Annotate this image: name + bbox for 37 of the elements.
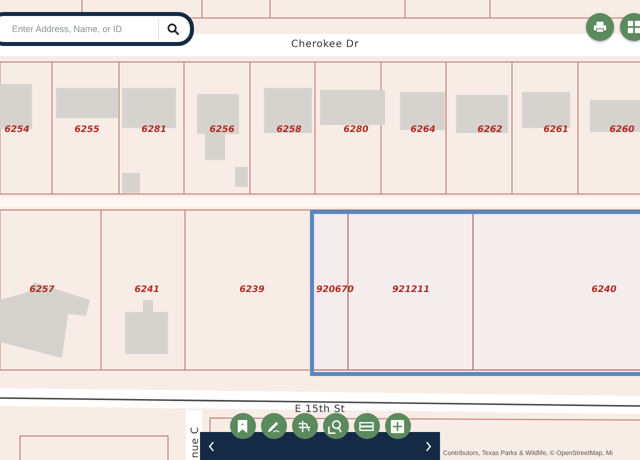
building-footprint: [56, 88, 118, 118]
building-footprint: [456, 95, 508, 133]
parcel-number: 6241: [134, 285, 160, 295]
chevron-left-icon[interactable]: [208, 441, 215, 452]
building-footprint: [590, 100, 640, 132]
bookmark-icon: [235, 418, 250, 434]
building-footprint: [264, 88, 312, 133]
street-label: nue C: [190, 426, 201, 458]
parcel-number: 6256: [209, 125, 235, 135]
parcel-number: 6261: [543, 125, 569, 135]
parcel-number: 921211: [392, 285, 430, 295]
parcel-number: 6280: [343, 125, 369, 135]
building-footprint: [320, 90, 385, 125]
parcel-number: 6239: [239, 285, 265, 295]
search-field[interactable]: Enter Address, Name, or ID: [10, 23, 154, 35]
chevron-right-icon[interactable]: [425, 441, 432, 452]
parcel-number: 6255: [74, 125, 100, 135]
magnifier-icon: [328, 418, 343, 434]
street-label: E 15th St: [294, 404, 346, 415]
search-icon[interactable]: [167, 22, 180, 36]
parcel-number: 6262: [477, 125, 503, 135]
grid-icon: [627, 20, 640, 34]
parcel-number: 6281: [141, 125, 167, 135]
building-footprint: [122, 173, 140, 193]
measure-icon: [297, 418, 312, 434]
parcel-number: 6254: [4, 125, 30, 135]
parcel-number: 6240: [591, 285, 617, 295]
street-label: Cherokee Dr: [291, 39, 359, 50]
parcel-number: 6257: [29, 285, 55, 295]
add-grid-icon: [390, 418, 405, 434]
parcel-number: 6258: [276, 125, 302, 135]
building-footprint: [235, 167, 248, 187]
building-footprint: [125, 300, 168, 354]
parcel-number: 6260: [609, 125, 635, 135]
building-footprint: [197, 94, 239, 160]
parcel-number: 6264: [410, 125, 436, 135]
printer-icon: [593, 20, 607, 34]
